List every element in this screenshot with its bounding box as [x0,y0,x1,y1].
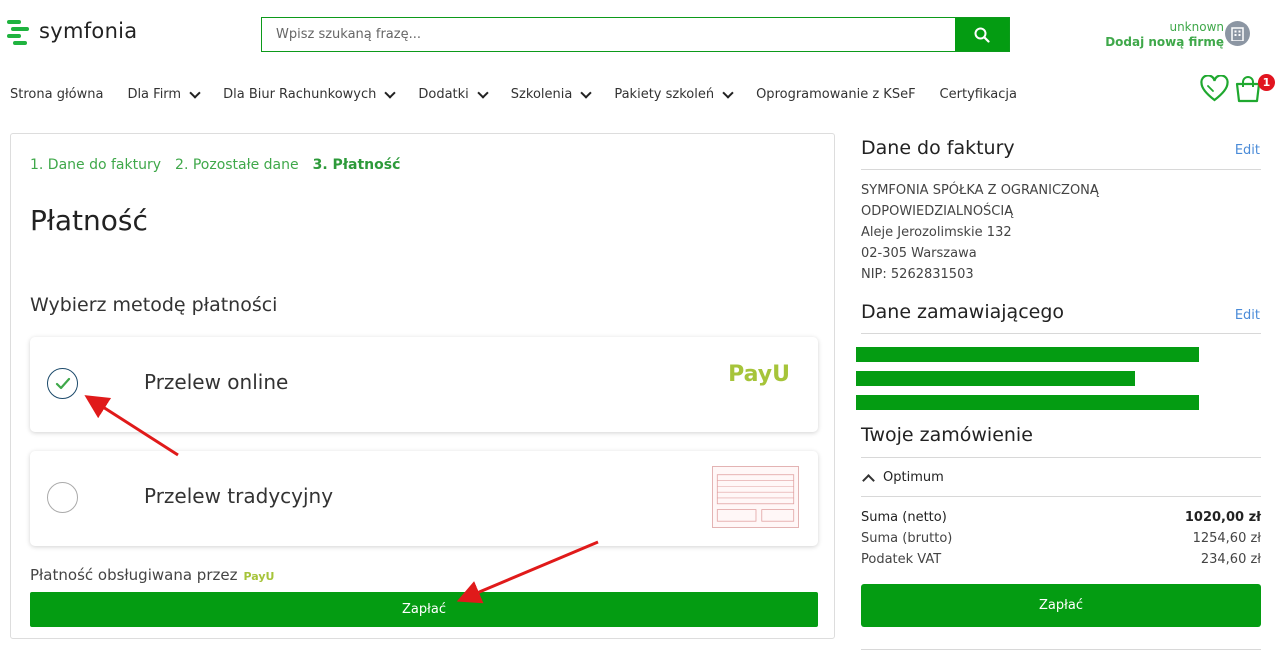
brand-name: symfonia [39,19,138,43]
edit-invoice-link[interactable]: Edit [1235,143,1260,158]
divider [861,169,1261,170]
nav-item-pakiety[interactable]: Pakiety szkoleń [614,86,734,102]
payment-option-traditional[interactable]: Przelew tradycyjny [30,451,818,546]
add-company-link[interactable]: Dodaj nową firmę [1105,35,1224,49]
divider [861,496,1261,497]
brand-logo[interactable]: symfonia [7,18,138,45]
payment-option-label: Przelew online [144,370,289,394]
check-icon [55,377,70,390]
nav-item-strona-glowna[interactable]: Strona główna [10,87,103,102]
chevron-down-icon [477,86,489,99]
product-name: Optimum [883,470,944,485]
cart-count-badge: 1 [1258,74,1275,91]
main-navigation: Strona główna Dla Firm Dla Biur Rachunko… [10,86,1041,102]
redacted-block [856,347,1199,362]
divider [861,649,1261,650]
radio-online-checked[interactable] [47,368,78,399]
invoice-address: SYMFONIA SPÓŁKA Z OGRANICZONĄ ODPOWIEDZI… [861,183,1099,282]
checkout-panel: 1. Dane do faktury 2. Pozostałe dane 3. … [10,133,835,639]
redacted-block [856,395,1199,410]
payment-provider-text: Płatność obsługiwana przez [30,566,238,584]
sidebar-pay-button[interactable]: Zapłać [861,584,1261,627]
order-title: Twoje zamówienie [861,424,1033,446]
search-input[interactable] [262,18,955,51]
nav-item-szkolenia[interactable]: Szkolenia [511,86,592,102]
account-username: unknown [1169,20,1224,34]
summary-row: Podatek VAT 234,60 zł [861,552,1261,567]
chevron-down-icon [384,86,397,99]
payment-option-online[interactable]: Przelew online PayU [30,337,818,432]
nav-item-ksef[interactable]: Oprogramowanie z KSeF [756,87,915,102]
payment-provider-note: Płatność obsługiwana przez PayU [30,566,274,584]
orderer-data-title: Dane zamawiającego [861,301,1065,323]
search-button[interactable] [955,18,1009,51]
chevron-down-icon [580,86,592,99]
product-toggle[interactable]: Optimum [861,470,944,487]
redacted-block [856,371,1135,386]
nav-item-dla-biur[interactable]: Dla Biur Rachunkowych [223,86,397,102]
nav-item-dla-firm[interactable]: Dla Firm [127,86,201,102]
search-icon [974,27,990,43]
nav-item-certyfikacja[interactable]: Certyfikacja [940,87,1017,102]
summary-row: Suma (brutto) 1254,60 zł [861,531,1261,546]
nav-item-dodatki[interactable]: Dodatki [418,86,489,102]
page-title: Płatność [30,204,148,237]
divider [861,333,1261,334]
account-info[interactable]: unknown Dodaj nową firmę [1105,20,1224,49]
edit-orderer-link[interactable]: Edit [1235,308,1260,323]
step-payment: 3. Płatność [312,157,401,173]
chevron-up-icon [862,473,875,487]
search-bar [261,17,1010,52]
divider [861,457,1261,458]
symfonia-logo-icon [7,18,31,45]
payu-logo: PayU [728,362,790,387]
wishlist-heart-icon[interactable] [1200,75,1229,102]
chevron-down-icon [189,86,201,99]
summary-row: Suma (netto) 1020,00 zł [861,510,1261,525]
transfer-form-image [712,466,799,528]
checkout-steps: 1. Dane do faktury 2. Pozostałe dane 3. … [30,157,400,173]
chevron-down-icon [722,86,734,99]
pay-button[interactable]: Zapłać [30,592,818,627]
payment-option-label: Przelew tradycyjny [144,484,334,508]
company-building-icon[interactable] [1225,21,1250,46]
step-other-data[interactable]: 2. Pozostałe dane [175,157,299,173]
radio-traditional[interactable] [47,482,78,513]
payment-method-heading: Wybierz metodę płatności [30,294,278,316]
invoice-data-title: Dane do faktury [861,137,1015,159]
step-invoice-data[interactable]: 1. Dane do faktury [30,157,161,173]
payu-small-logo: PayU [243,570,275,583]
